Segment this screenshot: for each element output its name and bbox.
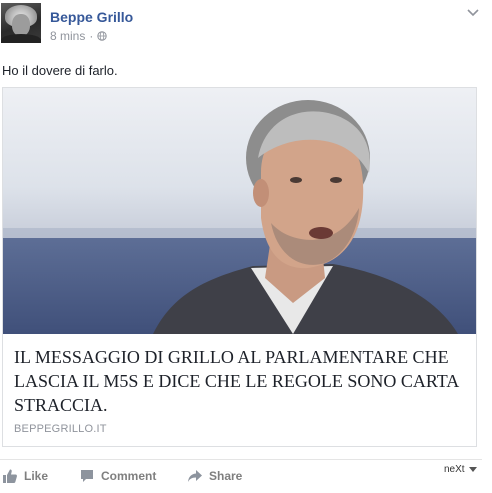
link-preview-card[interactable]: IL MESSAGGIO DI GRILLO AL PARLAMENTARE C… — [2, 87, 477, 447]
action-bar-divider — [0, 459, 482, 460]
dropdown-triangle-icon — [468, 467, 477, 472]
link-preview-image[interactable] — [3, 88, 476, 334]
author-avatar[interactable] — [1, 3, 41, 43]
author-name-link[interactable]: Beppe Grillo — [50, 9, 133, 25]
globe-icon[interactable] — [97, 31, 108, 41]
share-button[interactable]: Share — [187, 467, 242, 485]
chevron-down-icon[interactable] — [466, 8, 480, 18]
share-arrow-icon — [188, 470, 202, 482]
avatar-face — [12, 14, 30, 36]
next-label: neXt — [444, 464, 465, 475]
like-button[interactable]: Like — [2, 467, 48, 485]
post-meta: 8 mins · — [50, 29, 108, 43]
share-label: Share — [209, 469, 243, 483]
next-widget[interactable]: neXt — [444, 464, 477, 475]
portrait-illustration — [153, 100, 458, 334]
comment-label: Comment — [101, 469, 157, 483]
meta-separator: · — [89, 29, 94, 43]
thumbs-up-icon — [3, 469, 17, 483]
comment-button[interactable]: Comment — [79, 467, 156, 485]
facebook-post: Beppe Grillo 8 mins · Ho il dovere di fa… — [0, 0, 492, 493]
avatar-shoulders — [1, 34, 41, 43]
post-message: Ho il dovere di farlo. — [2, 63, 118, 78]
link-preview-domain: BEPPEGRILLO.IT — [14, 423, 107, 435]
like-label: Like — [24, 469, 49, 483]
comment-icon — [81, 470, 93, 482]
link-preview-title[interactable]: IL MESSAGGIO DI GRILLO AL PARLAMENTARE C… — [14, 345, 464, 417]
post-timestamp[interactable]: 8 mins — [50, 29, 85, 43]
